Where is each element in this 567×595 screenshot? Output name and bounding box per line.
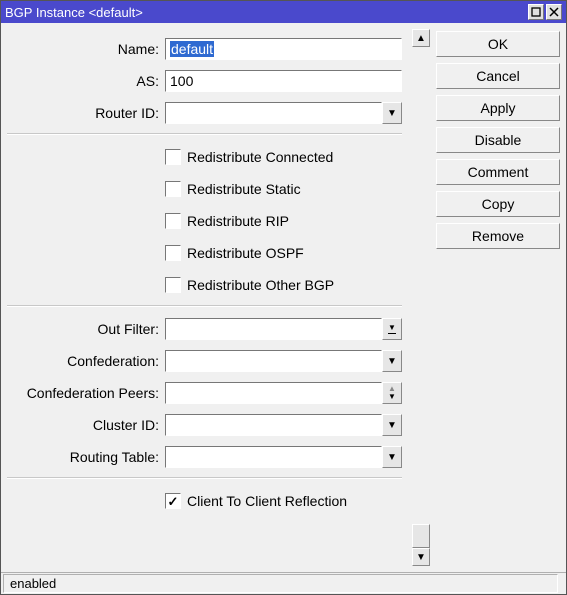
copy-button[interactable]: Copy (436, 191, 560, 217)
confederation-label: Confederation: (7, 353, 165, 369)
maximize-button[interactable] (528, 4, 544, 20)
cluster-id-dropdown-button[interactable]: ▼ (382, 414, 402, 436)
router-id-input[interactable] (165, 102, 382, 124)
window-body: Name: default AS: Router ID: ▼ (1, 23, 566, 572)
titlebar[interactable]: BGP Instance <default> (1, 1, 566, 23)
checkbox-checked-icon: ✓ (165, 493, 181, 509)
out-filter-input[interactable] (165, 318, 382, 340)
checkbox-icon (165, 277, 181, 293)
confederation-peers-spinner[interactable]: ▲▼ (382, 382, 402, 404)
checkbox-icon (165, 245, 181, 261)
routing-table-label: Routing Table: (7, 449, 165, 465)
checkbox-label: Redistribute RIP (187, 213, 289, 229)
window-title: BGP Instance <default> (5, 5, 526, 20)
cluster-id-label: Cluster ID: (7, 417, 165, 433)
redistribute-ospf-checkbox[interactable]: Redistribute OSPF (165, 245, 304, 261)
confederation-input[interactable] (165, 350, 382, 372)
scroll-thumb[interactable] (412, 524, 430, 548)
apply-button[interactable]: Apply (436, 95, 560, 121)
name-input[interactable]: default (165, 38, 402, 60)
scroll-down-button[interactable]: ▼ (412, 548, 430, 566)
action-buttons: OK Cancel Apply Disable Comment Copy Rem… (436, 29, 560, 566)
routing-table-input[interactable] (165, 446, 382, 468)
divider (7, 305, 402, 307)
checkbox-label: Redistribute Connected (187, 149, 333, 165)
divider (7, 133, 402, 135)
redistribute-connected-checkbox[interactable]: Redistribute Connected (165, 149, 333, 165)
redistribute-static-checkbox[interactable]: Redistribute Static (165, 181, 301, 197)
name-label: Name: (7, 41, 165, 57)
as-label: AS: (7, 73, 165, 89)
form-area: Name: default AS: Router ID: ▼ (7, 29, 412, 566)
out-filter-label: Out Filter: (7, 321, 165, 337)
comment-button[interactable]: Comment (436, 159, 560, 185)
checkbox-label: Redistribute OSPF (187, 245, 304, 261)
remove-button[interactable]: Remove (436, 223, 560, 249)
cancel-button[interactable]: Cancel (436, 63, 560, 89)
confederation-peers-label: Confederation Peers: (7, 385, 165, 401)
checkbox-icon (165, 149, 181, 165)
client-to-client-checkbox[interactable]: ✓ Client To Client Reflection (165, 493, 347, 509)
scrollbar[interactable]: ▲ ▼ (412, 29, 430, 566)
bgp-instance-window: BGP Instance <default> Name: default AS: (0, 0, 567, 595)
redistribute-other-bgp-checkbox[interactable]: Redistribute Other BGP (165, 277, 334, 293)
redistribute-rip-checkbox[interactable]: Redistribute RIP (165, 213, 289, 229)
out-filter-expand-button[interactable]: ▼ (382, 318, 402, 340)
cluster-id-input[interactable] (165, 414, 382, 436)
close-button[interactable] (546, 4, 562, 20)
routing-table-dropdown-button[interactable]: ▼ (382, 446, 402, 468)
status-text: enabled (3, 574, 558, 593)
confederation-dropdown-button[interactable]: ▼ (382, 350, 402, 372)
confederation-peers-input[interactable] (165, 382, 382, 404)
ok-button[interactable]: OK (436, 31, 560, 57)
main-column: Name: default AS: Router ID: ▼ (7, 29, 430, 566)
divider (7, 477, 402, 479)
checkbox-icon (165, 213, 181, 229)
statusbar: enabled (1, 572, 566, 594)
router-id-dropdown-button[interactable]: ▼ (382, 102, 402, 124)
scroll-up-button[interactable]: ▲ (412, 29, 430, 47)
router-id-label: Router ID: (7, 105, 165, 121)
disable-button[interactable]: Disable (436, 127, 560, 153)
as-input[interactable] (165, 70, 402, 92)
checkbox-label: Redistribute Other BGP (187, 277, 334, 293)
scroll-track[interactable] (412, 47, 430, 548)
checkbox-label: Client To Client Reflection (187, 493, 347, 509)
checkbox-icon (165, 181, 181, 197)
checkbox-label: Redistribute Static (187, 181, 301, 197)
